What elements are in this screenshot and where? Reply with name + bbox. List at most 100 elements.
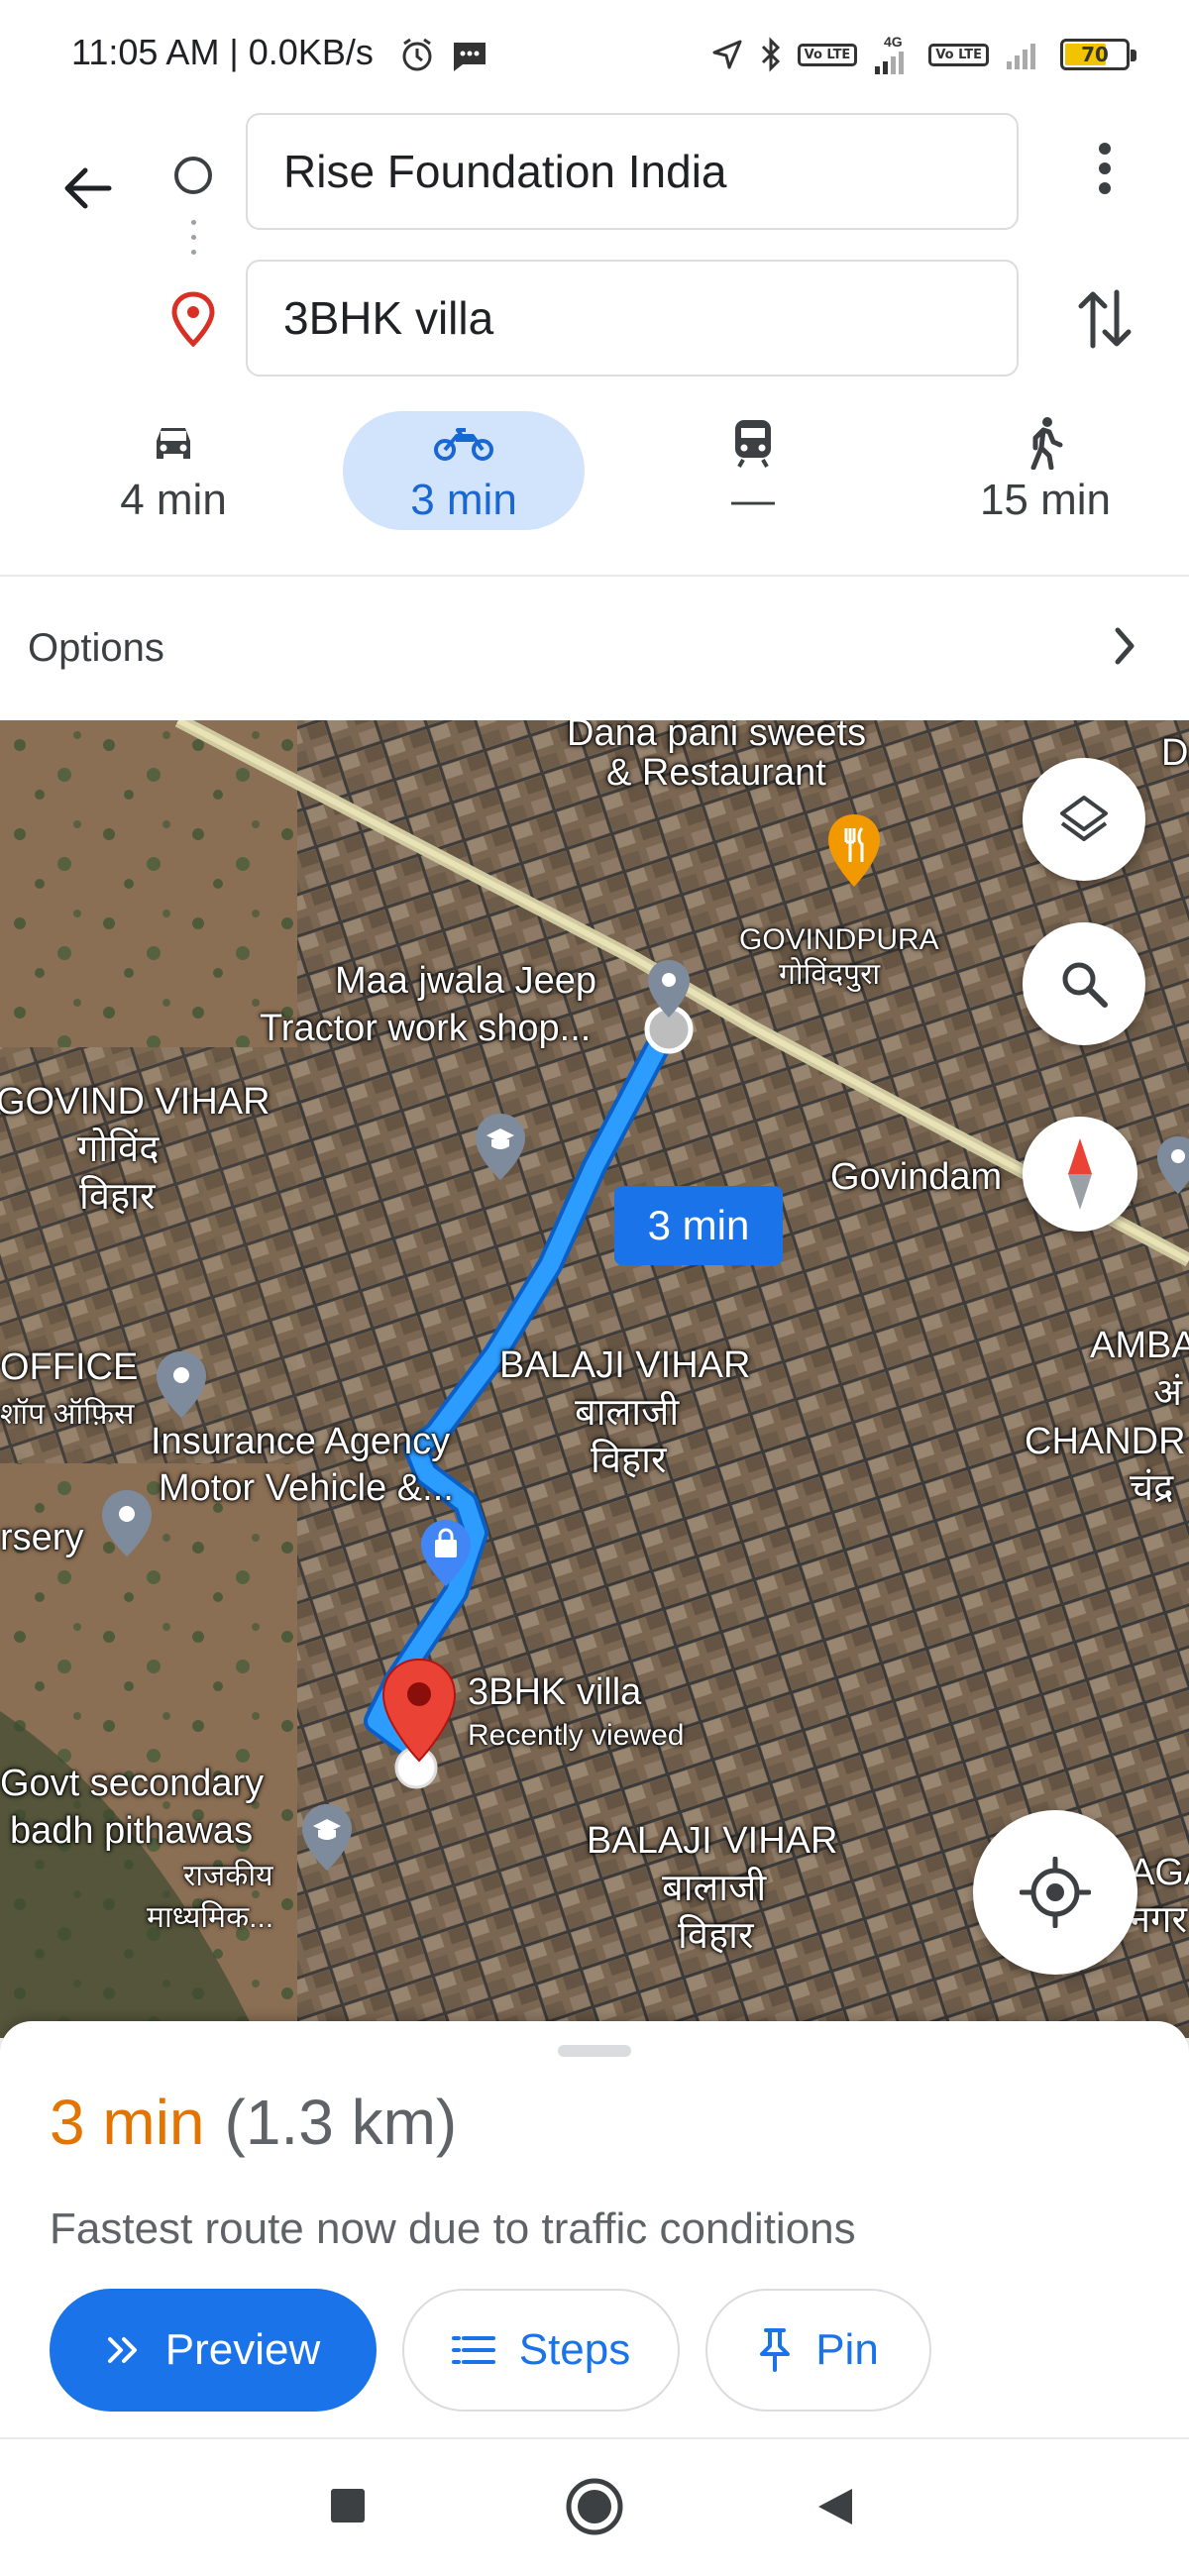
- route-time-badge[interactable]: 3 min: [614, 1186, 783, 1265]
- back-button[interactable]: [48, 149, 127, 228]
- origin-circle-icon: [174, 157, 212, 194]
- poi-pin-icon[interactable]: [97, 1488, 157, 1564]
- square-icon: [331, 2489, 365, 2522]
- my-location-button[interactable]: [973, 1810, 1137, 1975]
- volte-badge: Vo LTE: [797, 43, 858, 66]
- map-label-poi: शॉप ऑफ़िस: [0, 1398, 135, 1431]
- steps-button[interactable]: Steps: [402, 2289, 680, 2412]
- map-label-area: GOVIND VIHAR: [0, 1081, 270, 1123]
- status-time-speed: 11:05 AM | 0.0KB/s: [71, 32, 374, 72]
- motorcycle-icon: [432, 416, 495, 470]
- bluetooth-icon: [760, 37, 782, 72]
- map-label-poi: & Restaurant: [606, 752, 826, 794]
- travel-modes: 4 min 3 min — 15 min: [0, 401, 1189, 570]
- preview-button[interactable]: Preview: [50, 2289, 377, 2412]
- map-label-area: गोविंदपुरा: [779, 958, 881, 991]
- home-button[interactable]: [565, 2477, 624, 2541]
- map-label-area: GOVINDPURA: [739, 923, 939, 956]
- recents-button[interactable]: [329, 2487, 367, 2529]
- mode-transit[interactable]: —: [664, 411, 842, 530]
- school-pin-icon[interactable]: [297, 1802, 357, 1878]
- restaurant-pin-icon[interactable]: [824, 812, 884, 895]
- walking-icon: [1026, 416, 1065, 470]
- message-icon: [451, 40, 488, 78]
- map-label-area: अं: [1153, 1372, 1183, 1414]
- system-nav-bar: [0, 2437, 1189, 2576]
- map-label-edge: AGA: [1130, 1852, 1189, 1893]
- map-label-area: BALAJI VIHAR: [499, 1344, 751, 1386]
- pin-label: Pin: [815, 2325, 879, 2374]
- double-chevron-icon: [107, 2337, 137, 2363]
- map-label-poi: Govindam: [830, 1156, 1003, 1198]
- poi-pin-icon[interactable]: [644, 958, 694, 1024]
- drag-handle[interactable]: [558, 2045, 631, 2057]
- shopping-pin-icon[interactable]: [416, 1518, 476, 1594]
- mode-drive-time: 4 min: [120, 476, 227, 524]
- destination-field[interactable]: [246, 260, 1019, 376]
- mode-walk[interactable]: 15 min: [951, 411, 1139, 530]
- chevron-right-icon: [1110, 624, 1139, 673]
- map-label-area: गोविंद: [77, 1128, 160, 1170]
- back-nav-button[interactable]: [814, 2485, 856, 2533]
- map-label-poi: Govt secondary: [0, 1763, 265, 1804]
- map-label-poi: OFFICE: [0, 1346, 139, 1388]
- map-view[interactable]: Dana pani sweets & Restaurant GOVINDPURA…: [0, 720, 1189, 2038]
- destination-input[interactable]: [283, 291, 1017, 345]
- route-dots: [191, 220, 196, 269]
- status-bar: 11:05 AM | 0.0KB/s Vo LTE 4G Vo LTE 70: [0, 0, 1189, 109]
- back-triangle-icon: [818, 2489, 852, 2524]
- origin-field[interactable]: [246, 113, 1019, 230]
- map-label-area: चंद्र: [1130, 1467, 1174, 1509]
- battery-level: 70: [1081, 43, 1109, 66]
- school-pin-icon[interactable]: [471, 1112, 530, 1188]
- more-options-button[interactable]: [1070, 129, 1139, 208]
- arrow-back-icon: [64, 167, 112, 209]
- map-label-poi: Tractor work shop...: [260, 1008, 592, 1049]
- route-note: Fastest route now due to traffic conditi…: [50, 2204, 856, 2253]
- compass-icon: [1068, 1138, 1092, 1210]
- search-along-route-button[interactable]: [1023, 922, 1145, 1045]
- layers-button[interactable]: [1023, 758, 1145, 881]
- map-label-poi: badh pithawas: [10, 1810, 254, 1852]
- map-label-area: विहार: [591, 1440, 667, 1481]
- mode-two-wheeler-time: 3 min: [410, 476, 517, 524]
- battery-icon: 70: [1060, 39, 1136, 70]
- route-summary-sheet[interactable]: 3 min (1.3 km) Fastest route now due to t…: [0, 2021, 1189, 2437]
- map-label-poi: Motor Vehicle &...: [159, 1467, 454, 1509]
- map-label-poi: rsery: [0, 1517, 84, 1558]
- layers-icon: [1060, 796, 1108, 841]
- map-label-area: विहार: [79, 1176, 156, 1218]
- route-duration: 3 min: [50, 2087, 205, 2158]
- destination-pin-icon: [170, 291, 216, 352]
- list-icon: [451, 2336, 495, 2364]
- options-row[interactable]: Options: [0, 577, 1189, 720]
- mode-two-wheeler[interactable]: 3 min: [343, 411, 585, 530]
- route-time-distance: 3 min (1.3 km): [50, 2086, 457, 2159]
- preview-label: Preview: [164, 2325, 321, 2374]
- map-label-poi: Maa jwala Jeep: [335, 960, 597, 1002]
- car-icon: [149, 416, 198, 470]
- destination-map-label: 3BHK villa: [468, 1671, 642, 1713]
- pin-button[interactable]: Pin: [705, 2289, 931, 2412]
- destination-map-sublabel: Recently viewed: [468, 1719, 685, 1752]
- train-icon: [731, 416, 775, 470]
- map-label-poi: राजकीय: [183, 1860, 273, 1892]
- mode-drive[interactable]: 4 min: [84, 411, 263, 530]
- signal-icon: 4G: [873, 35, 913, 74]
- map-label-area: विहार: [678, 1915, 754, 1957]
- volte-badge-2: Vo LTE: [928, 43, 989, 66]
- swap-vert-icon: [1078, 289, 1132, 349]
- directions-header: 4 min 3 min — 15 min: [0, 109, 1189, 575]
- swap-button[interactable]: [1070, 279, 1139, 359]
- destination-marker-icon[interactable]: [379, 1657, 459, 1771]
- options-label: Options: [28, 626, 164, 670]
- steps-label: Steps: [518, 2325, 631, 2374]
- compass-button[interactable]: [1023, 1117, 1137, 1232]
- mode-walk-time: 15 min: [979, 476, 1112, 524]
- home-circle-icon: [566, 2478, 623, 2535]
- poi-pin-icon[interactable]: [1153, 1134, 1189, 1201]
- map-label-poi: Insurance Agency: [151, 1421, 451, 1462]
- origin-input[interactable]: [283, 145, 1017, 198]
- poi-pin-icon[interactable]: [152, 1349, 211, 1426]
- signal-icon-2: [1005, 40, 1044, 69]
